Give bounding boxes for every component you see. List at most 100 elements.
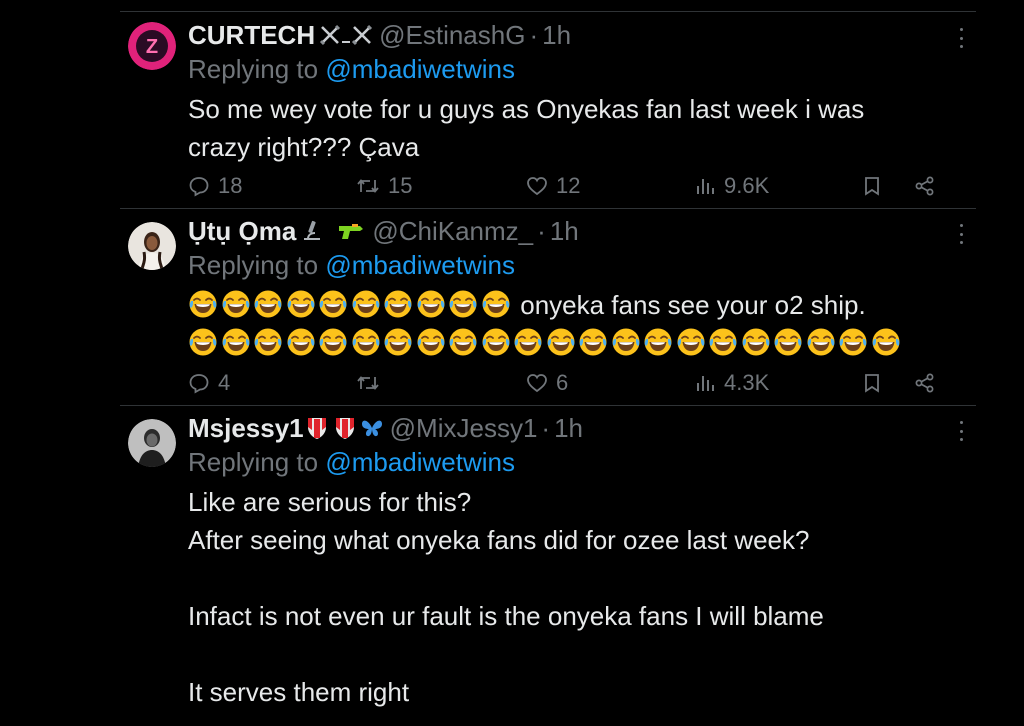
crossed-swords-emoji-icon bbox=[319, 24, 373, 46]
face-with-tears-of-joy-icon bbox=[319, 290, 347, 318]
tweet-text-line: onyeka fans see your o2 ship. bbox=[188, 286, 976, 324]
face-with-tears-of-joy-icon bbox=[644, 328, 672, 356]
display-name[interactable]: Ụtụ Ọma bbox=[188, 216, 296, 247]
face-with-tears-of-joy-icon bbox=[287, 328, 314, 356]
avatar-curtech[interactable]: Z bbox=[128, 22, 176, 70]
bookmark-button[interactable] bbox=[862, 171, 890, 201]
reply-tweet-utu-oma[interactable]: Ụtụ Ọma @ChiKanmz_ · 1h Replying to @mba… bbox=[120, 214, 976, 404]
face-with-tears-of-joy-icon bbox=[352, 290, 379, 318]
mention-link[interactable]: @mbadiwetwins bbox=[325, 447, 515, 477]
reply-icon bbox=[189, 374, 209, 394]
avatar-utu-oma[interactable] bbox=[128, 222, 176, 270]
views-button[interactable]: 9.6K bbox=[694, 171, 769, 201]
face-with-tears-of-joy-icon bbox=[417, 328, 444, 356]
views-chart-icon bbox=[697, 179, 714, 194]
replying-to: Replying to @mbadiwetwins bbox=[188, 52, 976, 86]
retweet-count: 15 bbox=[388, 173, 413, 198]
face-with-tears-of-joy-emoji-row bbox=[188, 328, 903, 358]
microscope-emoji-icon bbox=[304, 220, 321, 240]
svg-text:Z: Z bbox=[146, 36, 158, 58]
tweet-text-line: It serves them right bbox=[188, 677, 410, 707]
badge-emojis bbox=[300, 219, 366, 243]
reply-tweet-curtech[interactable]: Z CURTECH @EstinashG · 1h Replying to @m… bbox=[120, 18, 976, 208]
like-count: 12 bbox=[556, 173, 581, 198]
face-with-tears-of-joy-icon bbox=[839, 328, 867, 356]
face-with-tears-of-joy-icon bbox=[384, 290, 412, 318]
timestamp[interactable]: 1h bbox=[550, 216, 579, 247]
tweet-text-fragment: onyeka fans see your o2 ship. bbox=[520, 290, 866, 320]
face-with-tears-of-joy-icon bbox=[547, 328, 574, 356]
face-with-tears-of-joy-icon bbox=[709, 328, 737, 356]
retweet-icon bbox=[357, 179, 379, 193]
tweet-text-line: After seeing what onyeka fans did for oz… bbox=[188, 525, 810, 555]
tweet-text-line: Like are serious for this? bbox=[188, 487, 472, 517]
separator-dot: · bbox=[537, 215, 546, 246]
replying-to-label: Replying to bbox=[188, 250, 326, 280]
views-chart-icon bbox=[697, 376, 714, 391]
separator-dot: · bbox=[529, 19, 539, 50]
view-count: 9.6K bbox=[724, 173, 770, 198]
timestamp[interactable]: 1h bbox=[542, 20, 571, 51]
butterfly-emoji-icon bbox=[361, 420, 382, 437]
face-with-tears-of-joy-icon bbox=[449, 290, 477, 318]
views-button[interactable]: 4.3K bbox=[694, 368, 769, 398]
face-with-tears-of-joy-icon bbox=[254, 328, 282, 356]
face-with-tears-of-joy-icon bbox=[319, 328, 347, 356]
face-with-tears-of-joy-icon bbox=[222, 290, 249, 318]
face-with-tears-of-joy-icon bbox=[742, 328, 769, 356]
bookmark-icon bbox=[865, 177, 879, 196]
tweet-text-line: So me wey vote for u guys as Onyekas fan… bbox=[188, 94, 865, 124]
face-with-tears-of-joy-emoji-row bbox=[188, 290, 520, 320]
reply-icon bbox=[189, 177, 209, 197]
face-with-tears-of-joy-icon bbox=[482, 328, 509, 356]
timestamp[interactable]: 1h bbox=[554, 413, 583, 444]
tweet-divider bbox=[120, 208, 976, 209]
replying-to-label: Replying to bbox=[188, 54, 326, 84]
tweet-text-line bbox=[188, 324, 976, 362]
bookmark-icon bbox=[865, 374, 879, 393]
badge-emojis bbox=[306, 415, 384, 441]
like-button[interactable]: 6 bbox=[526, 368, 568, 398]
share-icon bbox=[915, 373, 934, 393]
face-with-tears-of-joy-icon bbox=[352, 328, 379, 356]
tweet-text: onyeka fans see your o2 ship. bbox=[188, 286, 976, 362]
reply-button[interactable]: 18 bbox=[188, 171, 242, 201]
tweet-header: Msjessy1 @MixJessy1 · 1h bbox=[188, 411, 976, 445]
display-name[interactable]: Msjessy1 bbox=[188, 413, 304, 444]
face-with-tears-of-joy-icon bbox=[677, 328, 704, 356]
tweet-text-line: Infact is not even ur fault is the onyek… bbox=[188, 601, 824, 631]
share-button[interactable] bbox=[914, 171, 944, 201]
handle[interactable]: @ChiKanmz_ bbox=[372, 216, 533, 247]
shield-flag-emoji-icon bbox=[307, 418, 326, 439]
retweet-button[interactable]: 15 bbox=[356, 171, 412, 201]
face-with-tears-of-joy-icon bbox=[774, 328, 802, 356]
tweet-text-line: crazy right??? Çava bbox=[188, 132, 420, 162]
reply-tweet-msjessy1[interactable]: Msjessy1 @MixJessy1 · 1h Replying to @mb… bbox=[120, 411, 976, 726]
mention-link[interactable]: @mbadiwetwins bbox=[325, 54, 515, 84]
handle[interactable]: @MixJessy1 bbox=[390, 413, 538, 444]
display-name[interactable]: CURTECH bbox=[188, 20, 315, 51]
avatar-msjessy1[interactable] bbox=[128, 419, 176, 467]
more-options-icon[interactable] bbox=[958, 421, 964, 441]
face-with-tears-of-joy-icon bbox=[189, 290, 217, 318]
mention-link[interactable]: @mbadiwetwins bbox=[325, 250, 515, 280]
tweet-header: Ụtụ Ọma @ChiKanmz_ · 1h bbox=[188, 214, 976, 248]
action-bar: 4 6 4.3K bbox=[120, 368, 976, 398]
like-button[interactable]: 12 bbox=[526, 171, 580, 201]
face-with-tears-of-joy-icon bbox=[417, 290, 444, 318]
reply-count: 18 bbox=[218, 173, 243, 198]
share-button[interactable] bbox=[914, 368, 944, 398]
tweet-divider bbox=[120, 405, 976, 406]
more-options-icon[interactable] bbox=[958, 28, 964, 48]
retweet-button[interactable] bbox=[356, 368, 388, 398]
more-options-icon[interactable] bbox=[958, 224, 964, 244]
tweet-text-blank-line bbox=[188, 635, 976, 673]
handle[interactable]: @EstinashG bbox=[379, 20, 525, 51]
retweet-icon bbox=[357, 376, 379, 390]
top-divider bbox=[120, 11, 976, 12]
face-with-tears-of-joy-icon bbox=[514, 328, 542, 356]
face-with-tears-of-joy-icon bbox=[449, 328, 477, 356]
bookmark-button[interactable] bbox=[862, 368, 890, 398]
tweet-text: So me wey vote for u guys as Onyekas fan… bbox=[188, 90, 976, 166]
reply-button[interactable]: 4 bbox=[188, 368, 230, 398]
